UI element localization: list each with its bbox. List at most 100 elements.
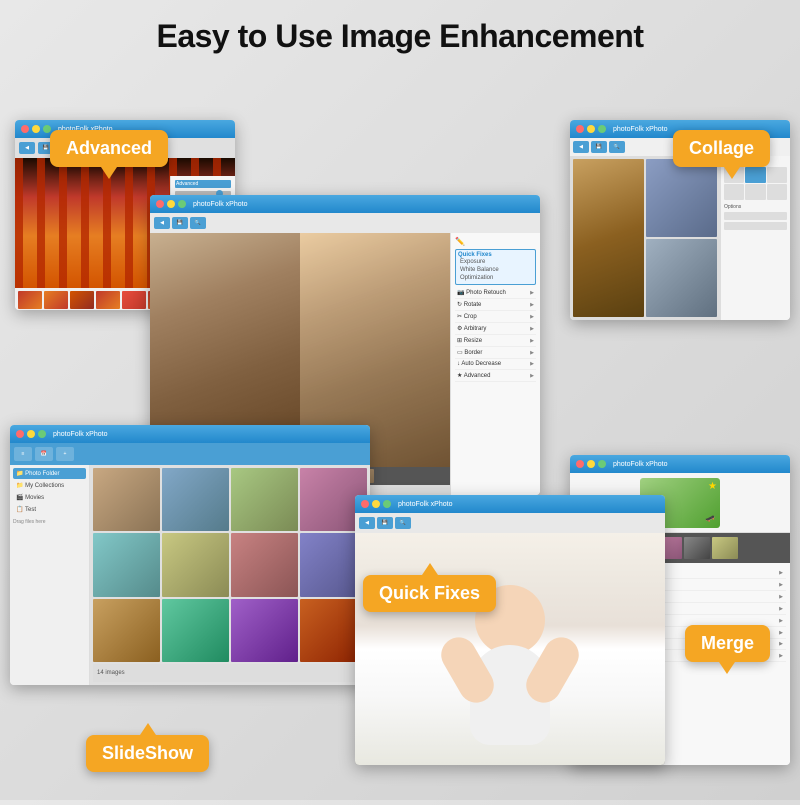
window-titlebar-baby: photoFolk xPhoto [355,495,665,513]
qf-toolbar-save[interactable]: 💾 [172,217,188,229]
ss-tb-add[interactable]: + [56,447,74,461]
baby-tb-save[interactable]: 💾 [377,517,393,529]
group-arbitrary[interactable]: ⚙ Arbitrary▶ [455,323,536,335]
group-crop[interactable]: ✂ Crop▶ [455,311,536,323]
group-auto-decrease[interactable]: ↓ Auto Decrease▶ [455,359,536,370]
merge-min-btn[interactable] [587,460,595,468]
baby-close-btn[interactable] [361,500,369,508]
close-btn[interactable] [21,125,29,133]
window-titlebar-quickfix: photoFolk xPhoto [150,195,540,213]
collage-tb-1[interactable]: ◀ [573,141,589,153]
group-advanced[interactable]: ★ Advanced▶ [455,370,536,382]
label-advanced: Advanced [50,130,168,167]
quickfix-item-optimization[interactable]: Optimization [458,274,533,282]
window-title-collage: photoFolk xPhoto [613,126,667,133]
qf-close-btn[interactable] [156,200,164,208]
ss-close-btn[interactable] [16,430,24,438]
ss-max-btn[interactable] [38,430,46,438]
thumb-5[interactable] [122,291,146,309]
group-photo-retouch[interactable]: 📷 Photo Retouch▶ [455,287,536,299]
merge-max-btn[interactable] [598,460,606,468]
ss-thumb-6[interactable] [162,533,229,596]
slideshow-main: 14 images [90,465,370,685]
slideshow-toolbar: ≡ 📅 + [10,443,370,465]
layout-opt-5[interactable] [745,184,765,200]
window-title-baby: photoFolk xPhoto [398,501,452,508]
collage-min-btn[interactable] [587,125,595,133]
qf-toolbar-zoom[interactable]: 🔍 [190,217,206,229]
ss-thumb-1[interactable] [93,468,160,531]
ss-folder-item-3[interactable]: 🎬 Movies [13,492,86,503]
merge-thumb-6[interactable] [712,537,738,559]
ss-thumb-3[interactable] [231,468,298,531]
quickfix-right-panel: ✏️ Quick Fixes Exposure White Balance Op… [450,233,540,495]
window-title-ss: photoFolk xPhoto [53,431,107,438]
layout-opt-6[interactable] [767,184,787,200]
slideshow-content: 📁 Photo Folder 📁 My Collections 🎬 Movies… [10,465,370,685]
screenshot-baby: photoFolk xPhoto ◀ 💾 🔍 7 of 14 images, 1… [355,495,665,765]
merge-star-icon: ★ [708,481,717,492]
label-collage: Collage [673,130,770,167]
slideshow-thumb-grid [93,468,367,662]
merge-thumb-5[interactable] [684,537,710,559]
ss-tb-collections[interactable]: ≡ [14,447,32,461]
maximize-btn[interactable] [43,125,51,133]
group-rotate[interactable]: ↻ Rotate▶ [455,299,536,311]
baby-main-content [355,533,665,765]
quickfix-toolbar: ◀ 💾 🔍 [150,213,540,233]
qf-minimize-btn[interactable] [167,200,175,208]
layout-opt-4[interactable] [724,184,744,200]
group-resize[interactable]: ⊞ Resize▶ [455,335,536,347]
collage-close-btn[interactable] [576,125,584,133]
ss-thumb-9[interactable] [93,599,160,662]
window-titlebar-merge: photoFolk xPhoto [570,455,790,473]
window-titlebar-slideshow: photoFolk xPhoto [10,425,370,443]
collage-tb-3[interactable]: 🔍 [609,141,625,153]
quickfix-panel-groups: 📷 Photo Retouch▶ ↻ Rotate▶ ✂ Crop▶ ⚙ Arb… [455,287,536,382]
ss-min-btn[interactable] [27,430,35,438]
ss-folder-item-2[interactable]: 📁 My Collections [13,480,86,491]
ss-thumb-10[interactable] [162,599,229,662]
qf-maximize-btn[interactable] [178,200,186,208]
merge-close-btn[interactable] [576,460,584,468]
layout-opt-3[interactable] [767,167,787,183]
ss-thumb-2[interactable] [162,468,229,531]
label-merge: Merge [685,625,770,662]
window-title-qf: photoFolk xPhoto [193,201,247,208]
ss-folder-item-1[interactable]: 📁 Photo Folder [13,468,86,479]
ss-tb-calendar[interactable]: 📅 [35,447,53,461]
collage-right-panel: Layout Options [720,156,790,320]
thumb-4[interactable] [96,291,120,309]
group-border[interactable]: ▭ Border▶ [455,347,536,359]
baby-photo [355,533,665,765]
ss-thumb-5[interactable] [93,533,160,596]
collage-tb-2[interactable]: 💾 [591,141,607,153]
panel-item-1: Advanced [175,180,231,188]
baby-tb-back[interactable]: ◀ [359,517,375,529]
ss-folder-item-4[interactable]: 📋 Test [13,504,86,515]
quickfix-item-exposure[interactable]: Exposure [458,258,533,266]
collage-option-bar-1 [724,212,787,220]
merge-skater-icon: 🛹 [705,514,715,523]
collage-max-btn[interactable] [598,125,606,133]
baby-max-btn[interactable] [383,500,391,508]
thumb-1[interactable] [18,291,42,309]
toolbar-btn-back[interactable]: ◀ [19,142,35,154]
slideshow-count: 14 images [97,670,125,676]
qf-toolbar-back[interactable]: ◀ [154,217,170,229]
baby-toolbar: ◀ 💾 🔍 [355,513,665,533]
collage-content: Layout Options [570,156,790,320]
thumb-2[interactable] [44,291,68,309]
layout-opt-2[interactable] [745,167,765,183]
quickfix-section[interactable]: Quick Fixes Exposure White Balance Optim… [455,249,536,285]
window-title-merge: photoFolk xPhoto [613,461,667,468]
baby-tb-zoom[interactable]: 🔍 [395,517,411,529]
ss-thumb-7[interactable] [231,533,298,596]
slideshow-left-panel: 📁 Photo Folder 📁 My Collections 🎬 Movies… [10,465,90,685]
ss-thumb-11[interactable] [231,599,298,662]
quickfix-item-whitebalance[interactable]: White Balance [458,266,533,274]
ss-drag-label: Drag files here [13,519,86,525]
minimize-btn[interactable] [32,125,40,133]
baby-min-btn[interactable] [372,500,380,508]
thumb-3[interactable] [70,291,94,309]
